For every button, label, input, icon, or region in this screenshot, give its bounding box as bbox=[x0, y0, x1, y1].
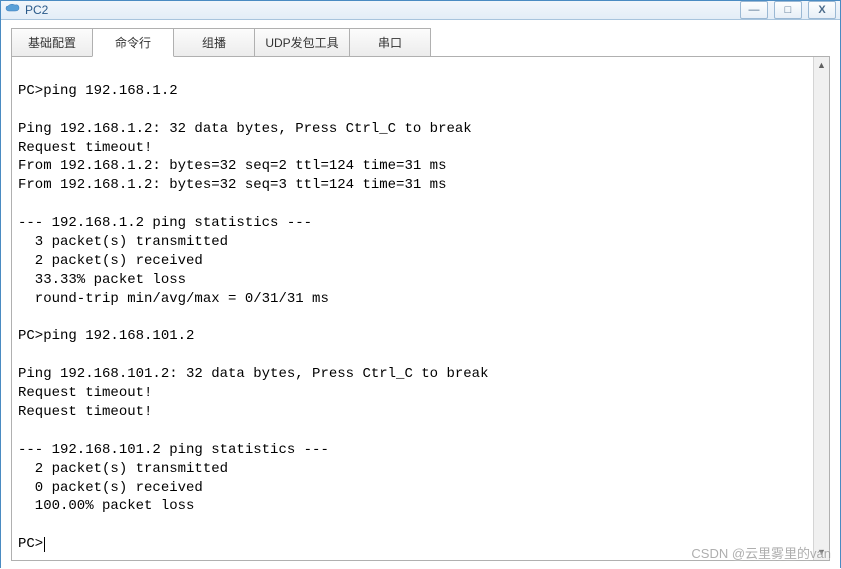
scroll-up-icon[interactable]: ▲ bbox=[814, 57, 829, 73]
content-area: 基础配置 命令行 组播 UDP发包工具 串口 PC>ping 192.168.1… bbox=[1, 20, 840, 569]
maximize-button[interactable]: □ bbox=[774, 1, 802, 19]
terminal-output[interactable]: PC>ping 192.168.1.2 Ping 192.168.1.2: 32… bbox=[12, 57, 813, 560]
terminal-panel: PC>ping 192.168.1.2 Ping 192.168.1.2: 32… bbox=[11, 56, 830, 561]
tab-serial[interactable]: 串口 bbox=[349, 28, 431, 56]
close-button[interactable]: X bbox=[808, 1, 836, 19]
text-cursor bbox=[44, 537, 45, 552]
window-controls: — □ X bbox=[740, 1, 836, 19]
vertical-scrollbar[interactable]: ▲ ▼ bbox=[813, 57, 829, 560]
tab-multicast[interactable]: 组播 bbox=[173, 28, 255, 56]
window-title: PC2 bbox=[25, 3, 740, 17]
app-window: PC2 — □ X 基础配置 命令行 组播 UDP发包工具 串口 PC>ping… bbox=[0, 0, 841, 568]
minimize-button[interactable]: — bbox=[740, 1, 768, 19]
titlebar[interactable]: PC2 — □ X bbox=[1, 1, 840, 20]
tab-udp-tool[interactable]: UDP发包工具 bbox=[254, 28, 350, 56]
tab-basic-config[interactable]: 基础配置 bbox=[11, 28, 93, 56]
scroll-down-icon[interactable]: ▼ bbox=[814, 544, 829, 560]
tab-bar: 基础配置 命令行 组播 UDP发包工具 串口 bbox=[11, 28, 830, 56]
app-icon bbox=[5, 2, 21, 18]
tab-command-line[interactable]: 命令行 bbox=[92, 28, 174, 57]
